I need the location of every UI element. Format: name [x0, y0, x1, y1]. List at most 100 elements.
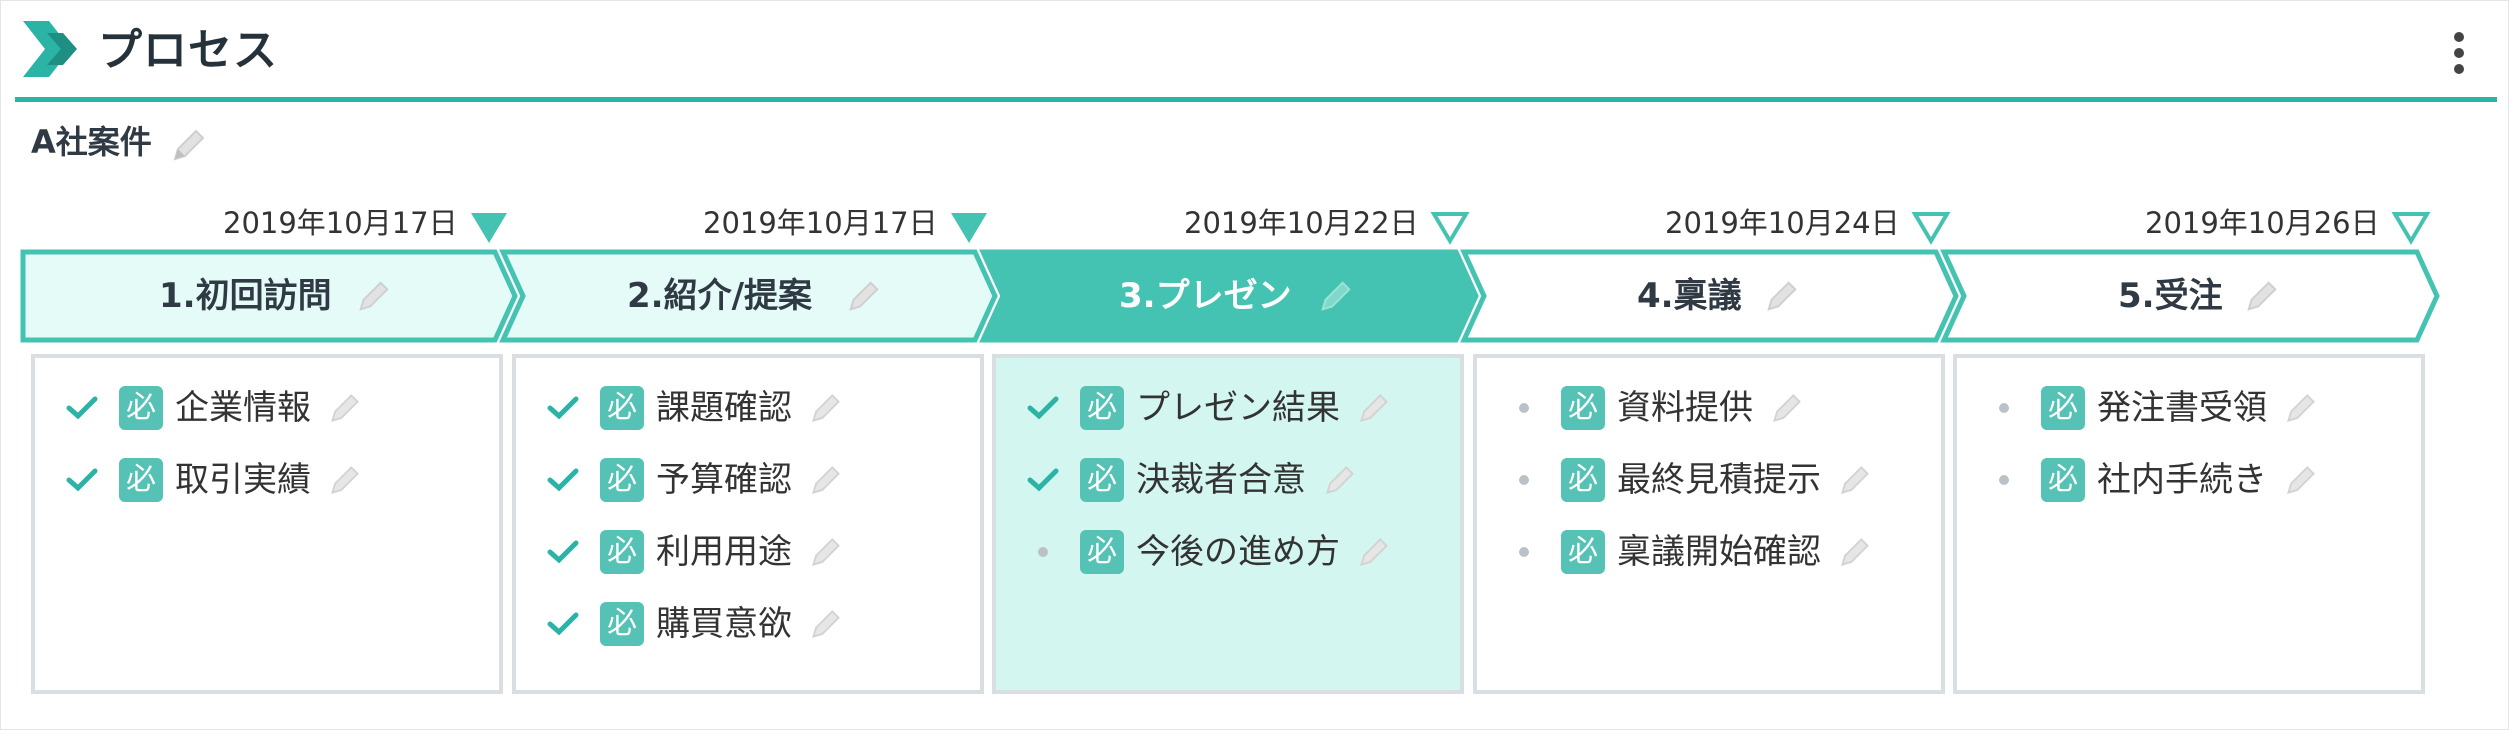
required-badge: 必	[119, 386, 163, 430]
pencil-icon[interactable]	[1322, 462, 1358, 498]
stage-date: 2019年10月17日	[703, 206, 938, 240]
task-item[interactable]: 必取引実績	[35, 450, 499, 510]
task-column: 必資料提供必最終見積提示必稟議開始確認	[1473, 354, 1945, 694]
task-label: プレゼン結果	[1136, 388, 1340, 428]
process-panel: プロセス A社案件 2019年10月17日 2019年10月17日 2019年1…	[0, 0, 2509, 730]
task-item[interactable]: 必プレゼン結果	[996, 378, 1460, 438]
stage-label[interactable]: 2.紹介/提案	[627, 249, 812, 343]
task-label: 社内手続き	[2097, 460, 2267, 500]
stage-date: 2019年10月17日	[223, 206, 458, 240]
more-menu-button[interactable]	[2441, 27, 2477, 79]
milestone-outline-icon	[1430, 212, 1470, 245]
task-column: 必企業情報必取引実績	[31, 354, 503, 694]
pencil-icon[interactable]	[169, 125, 209, 165]
pencil-icon[interactable]	[808, 390, 844, 426]
task-item[interactable]: 必社内手続き	[1957, 450, 2421, 510]
check-icon[interactable]	[546, 391, 580, 425]
required-badge: 必	[1561, 386, 1605, 430]
pending-dot-icon[interactable]	[1519, 475, 1529, 485]
milestone-outline-icon	[2391, 212, 2431, 245]
check-icon[interactable]	[1026, 463, 1060, 497]
pencil-icon[interactable]	[808, 534, 844, 570]
task-label: 今後の進め方	[1136, 532, 1340, 572]
required-badge: 必	[1080, 458, 1124, 502]
check-icon[interactable]	[65, 391, 99, 425]
check-icon[interactable]	[1026, 391, 1060, 425]
task-label: 稟議開始確認	[1617, 532, 1821, 572]
pencil-icon[interactable]	[1837, 534, 1873, 570]
task-column: 必発注書受領必社内手続き	[1953, 354, 2425, 694]
pencil-icon[interactable]	[808, 606, 844, 642]
task-label: 決裁者合意	[1136, 460, 1306, 500]
pencil-icon[interactable]	[2283, 462, 2319, 498]
task-item[interactable]: 必決裁者合意	[996, 450, 1460, 510]
stage-date: 2019年10月22日	[1184, 206, 1419, 240]
header-divider	[15, 97, 2497, 102]
task-item[interactable]: 必課題確認	[516, 378, 980, 438]
stage-label[interactable]: 1.初回訪問	[159, 249, 332, 343]
task-label: 利用用途	[656, 532, 792, 572]
task-item[interactable]: 必稟議開始確認	[1477, 522, 1941, 582]
pending-dot-icon[interactable]	[1038, 547, 1048, 557]
stage-label[interactable]: 3.プレゼン	[1119, 249, 1292, 343]
pencil-icon[interactable]	[2243, 277, 2281, 315]
task-label: 課題確認	[656, 388, 792, 428]
check-icon[interactable]	[546, 535, 580, 569]
pencil-icon[interactable]	[355, 277, 393, 315]
pending-dot-icon[interactable]	[1999, 475, 2009, 485]
task-label: 最終見積提示	[1617, 460, 1821, 500]
task-label: 企業情報	[175, 388, 311, 428]
stage-date: 2019年10月24日	[1665, 206, 1900, 240]
required-badge: 必	[1080, 386, 1124, 430]
check-icon[interactable]	[65, 463, 99, 497]
task-label: 発注書受領	[2097, 388, 2267, 428]
stage-date: 2019年10月26日	[2145, 206, 2380, 240]
task-label: 取引実績	[175, 460, 311, 500]
pencil-icon[interactable]	[1356, 534, 1392, 570]
pencil-icon[interactable]	[808, 462, 844, 498]
pencil-icon[interactable]	[1769, 390, 1805, 426]
required-badge: 必	[1561, 458, 1605, 502]
required-badge: 必	[2041, 458, 2085, 502]
task-item[interactable]: 必予算確認	[516, 450, 980, 510]
task-column: 必課題確認必予算確認必利用用途必購買意欲	[512, 354, 984, 694]
required-badge: 必	[600, 386, 644, 430]
pencil-icon[interactable]	[2283, 390, 2319, 426]
required-badge: 必	[119, 458, 163, 502]
process-logo-icon	[23, 21, 77, 77]
check-icon[interactable]	[546, 463, 580, 497]
task-label: 購買意欲	[656, 604, 792, 644]
task-item[interactable]: 必利用用途	[516, 522, 980, 582]
pencil-icon[interactable]	[327, 390, 363, 426]
pencil-icon[interactable]	[1837, 462, 1873, 498]
stage-label[interactable]: 5.受注	[2118, 249, 2223, 343]
task-item[interactable]: 必今後の進め方	[996, 522, 1460, 582]
panel-title: プロセス	[98, 25, 278, 76]
stage-label[interactable]: 4.稟議	[1637, 249, 1742, 343]
pencil-icon[interactable]	[1356, 390, 1392, 426]
check-icon[interactable]	[546, 607, 580, 641]
required-badge: 必	[600, 602, 644, 646]
task-item[interactable]: 必購買意欲	[516, 594, 980, 654]
milestone-filled-icon	[951, 213, 987, 243]
required-badge: 必	[600, 458, 644, 502]
required-badge: 必	[600, 530, 644, 574]
task-label: 資料提供	[1617, 388, 1753, 428]
pending-dot-icon[interactable]	[1519, 403, 1529, 413]
pending-dot-icon[interactable]	[1999, 403, 2009, 413]
pending-dot-icon[interactable]	[1519, 547, 1529, 557]
pencil-icon[interactable]	[1763, 277, 1801, 315]
required-badge: 必	[2041, 386, 2085, 430]
milestone-outline-icon	[1911, 212, 1951, 245]
required-badge: 必	[1080, 530, 1124, 574]
task-label: 予算確認	[656, 460, 792, 500]
task-item[interactable]: 必最終見積提示	[1477, 450, 1941, 510]
pencil-icon[interactable]	[845, 277, 883, 315]
pencil-icon[interactable]	[1317, 277, 1355, 315]
case-title: A社案件	[31, 123, 152, 161]
pencil-icon[interactable]	[327, 462, 363, 498]
task-item[interactable]: 必発注書受領	[1957, 378, 2421, 438]
panel-header: プロセス	[1, 1, 2509, 101]
task-item[interactable]: 必資料提供	[1477, 378, 1941, 438]
task-item[interactable]: 必企業情報	[35, 378, 499, 438]
